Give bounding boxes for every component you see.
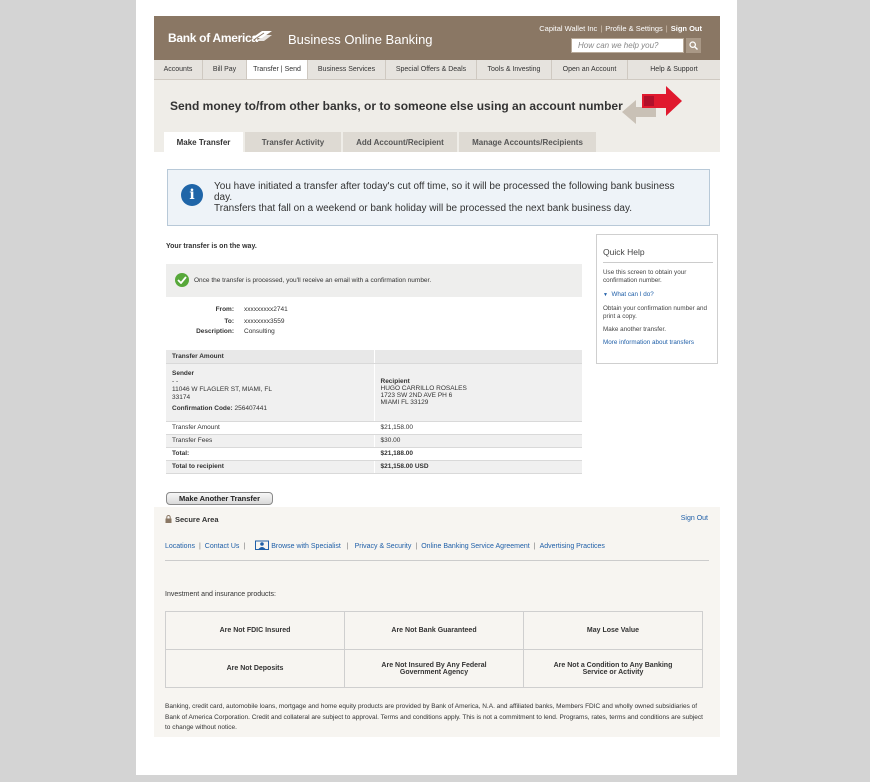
quick-help-panel: Quick Help Use this screen to obtain you… xyxy=(596,234,718,364)
info-icon: i xyxy=(181,184,203,206)
table-row-value: $21,158.00 xyxy=(373,421,582,435)
legal-disclaimer: Banking, credit card, automobile loans, … xyxy=(165,703,703,731)
quick-help-step1: Obtain your confirmation number and prin… xyxy=(603,305,707,320)
status-heading: Your transfer is on the way. xyxy=(166,243,257,250)
transfer-arrows-icon xyxy=(622,86,682,124)
disclosure-cell: Are Not Bank Guaranteed xyxy=(344,611,524,650)
quick-help-toggle[interactable]: ▼ What can I do? xyxy=(603,291,713,299)
tab-transfer-activity[interactable]: Transfer Activity xyxy=(245,132,341,152)
make-another-transfer-button[interactable]: Make Another Transfer xyxy=(166,492,273,505)
specialist-icon xyxy=(255,540,270,550)
nav-business-services[interactable]: Business Services xyxy=(308,60,386,79)
from-row: From: xxxxxxxxx2741 xyxy=(215,306,288,313)
link-locations[interactable]: Locations xyxy=(165,543,195,550)
info-text: You have initiated a transfer after toda… xyxy=(214,181,675,214)
transfer-summary-table: Transfer Amount Sender - -11046 W FLAGLER… xyxy=(166,350,582,474)
triangle-down-icon: ▼ xyxy=(603,292,608,298)
main-nav: Accounts Bill Pay Transfer | Send Busine… xyxy=(154,60,720,80)
disclosure-cell: Are Not Insured By Any Federal Governmen… xyxy=(344,649,524,688)
top-links: Capital Wallet Inc | Profile & Settings | Si… xyxy=(539,24,702,33)
footer: Secure Area Sign Out Locations | Contact U… xyxy=(154,507,720,737)
link-browse-specialist[interactable]: Browse with Specialist xyxy=(251,540,341,550)
investment-label: Investment and insurance products: xyxy=(165,591,276,598)
account-name: Capital Wallet Inc xyxy=(539,24,598,33)
tab-manage-accounts[interactable]: Manage Accounts/Recipients xyxy=(459,132,596,152)
table-row-value: $30.00 xyxy=(373,434,582,448)
disclosure-cell: Are Not FDIC Insured xyxy=(165,611,345,650)
info-message-box: i You have initiated a transfer after to… xyxy=(167,169,710,226)
secure-area-label: Secure Area xyxy=(165,515,219,524)
page-title: Send money to/from other banks, or to so… xyxy=(170,99,623,113)
lock-icon xyxy=(165,515,172,523)
flag-logo-icon xyxy=(252,31,272,41)
checkmark-icon xyxy=(175,273,189,287)
search-button[interactable] xyxy=(686,38,701,53)
confirmation-notice: Once the transfer is processed, you'll r… xyxy=(166,264,582,297)
confirmation-text: Once the transfer is processed, you'll r… xyxy=(194,277,432,284)
to-row: To: xxxxxxxx3559 xyxy=(224,318,285,325)
description-row: Description: Consulting xyxy=(196,328,275,335)
nav-accounts[interactable]: Accounts xyxy=(154,60,203,79)
nav-open-account[interactable]: Open an Account xyxy=(552,60,628,79)
tab-make-transfer[interactable]: Make Transfer xyxy=(164,132,243,152)
disclosure-grid: Are Not FDIC Insured Are Not Bank Guaran… xyxy=(165,611,703,688)
quick-help-intro: Use this screen to obtain your confirmat… xyxy=(603,269,687,284)
table-header: Transfer Amount xyxy=(166,350,374,364)
nav-special-offers[interactable]: Special Offers & Deals xyxy=(386,60,477,79)
quick-help-title: Quick Help xyxy=(603,247,645,257)
footer-signout-link[interactable]: Sign Out xyxy=(681,515,708,522)
footer-divider xyxy=(165,560,709,561)
link-privacy-security[interactable]: Privacy & Security xyxy=(355,543,412,550)
disclosure-cell: Are Not a Condition to Any Banking Servi… xyxy=(523,649,703,688)
table-row-value: $21,158.00 USD xyxy=(373,460,582,474)
page-banner: Send money to/from other banks, or to so… xyxy=(154,80,720,152)
disclosure-cell: May Lose Value xyxy=(523,611,703,650)
search-icon xyxy=(689,41,698,50)
search-input[interactable]: How can we help you? xyxy=(571,38,684,53)
tab-add-account[interactable]: Add Account/Recipient xyxy=(343,132,457,152)
nav-transfer-send[interactable]: Transfer | Send xyxy=(247,60,308,79)
product-title: Business Online Banking xyxy=(288,32,433,47)
tab-bar: Make Transfer Transfer Activity Add Acco… xyxy=(164,132,598,152)
link-advertising[interactable]: Advertising Practices xyxy=(540,543,605,550)
table-row-label: Transfer Fees xyxy=(166,434,374,448)
table-row-label: Total: xyxy=(166,447,374,461)
nav-bill-pay[interactable]: Bill Pay xyxy=(203,60,247,79)
signout-link[interactable]: Sign Out xyxy=(671,24,702,33)
nav-tools-investing[interactable]: Tools & Investing xyxy=(477,60,552,79)
nav-help-support[interactable]: Help & Support xyxy=(628,60,720,79)
link-contact-us[interactable]: Contact Us xyxy=(205,543,240,550)
profile-link[interactable]: Profile & Settings xyxy=(605,24,663,33)
link-service-agreement[interactable]: Online Banking Service Agreement xyxy=(421,543,530,550)
logo-text[interactable]: Bank of America xyxy=(168,31,258,45)
header: Bank of America Business Online Banking … xyxy=(154,16,720,60)
table-row-label: Total to recipient xyxy=(166,460,374,474)
page: Bank of America Business Online Banking … xyxy=(136,0,737,775)
more-info-link[interactable]: More information about transfers xyxy=(603,339,713,347)
disclosure-cell: Are Not Deposits xyxy=(165,649,345,688)
recipient-cell: Recipient HUGO CARRILLO ROSALES 1723 SW 2N… xyxy=(373,363,582,422)
quick-help-step2: Make another transfer. xyxy=(603,326,667,333)
table-row-label: Transfer Amount xyxy=(166,421,374,435)
sender-cell: Sender - -11046 W FLAGLER ST, MIAMI, FL 33… xyxy=(166,363,374,422)
table-row-value: $21,188.00 xyxy=(373,447,582,461)
footer-links: Locations | Contact Us | Browse with Specia… xyxy=(165,540,605,550)
main-wrapper: Bank of America Business Online Banking … xyxy=(154,16,720,737)
